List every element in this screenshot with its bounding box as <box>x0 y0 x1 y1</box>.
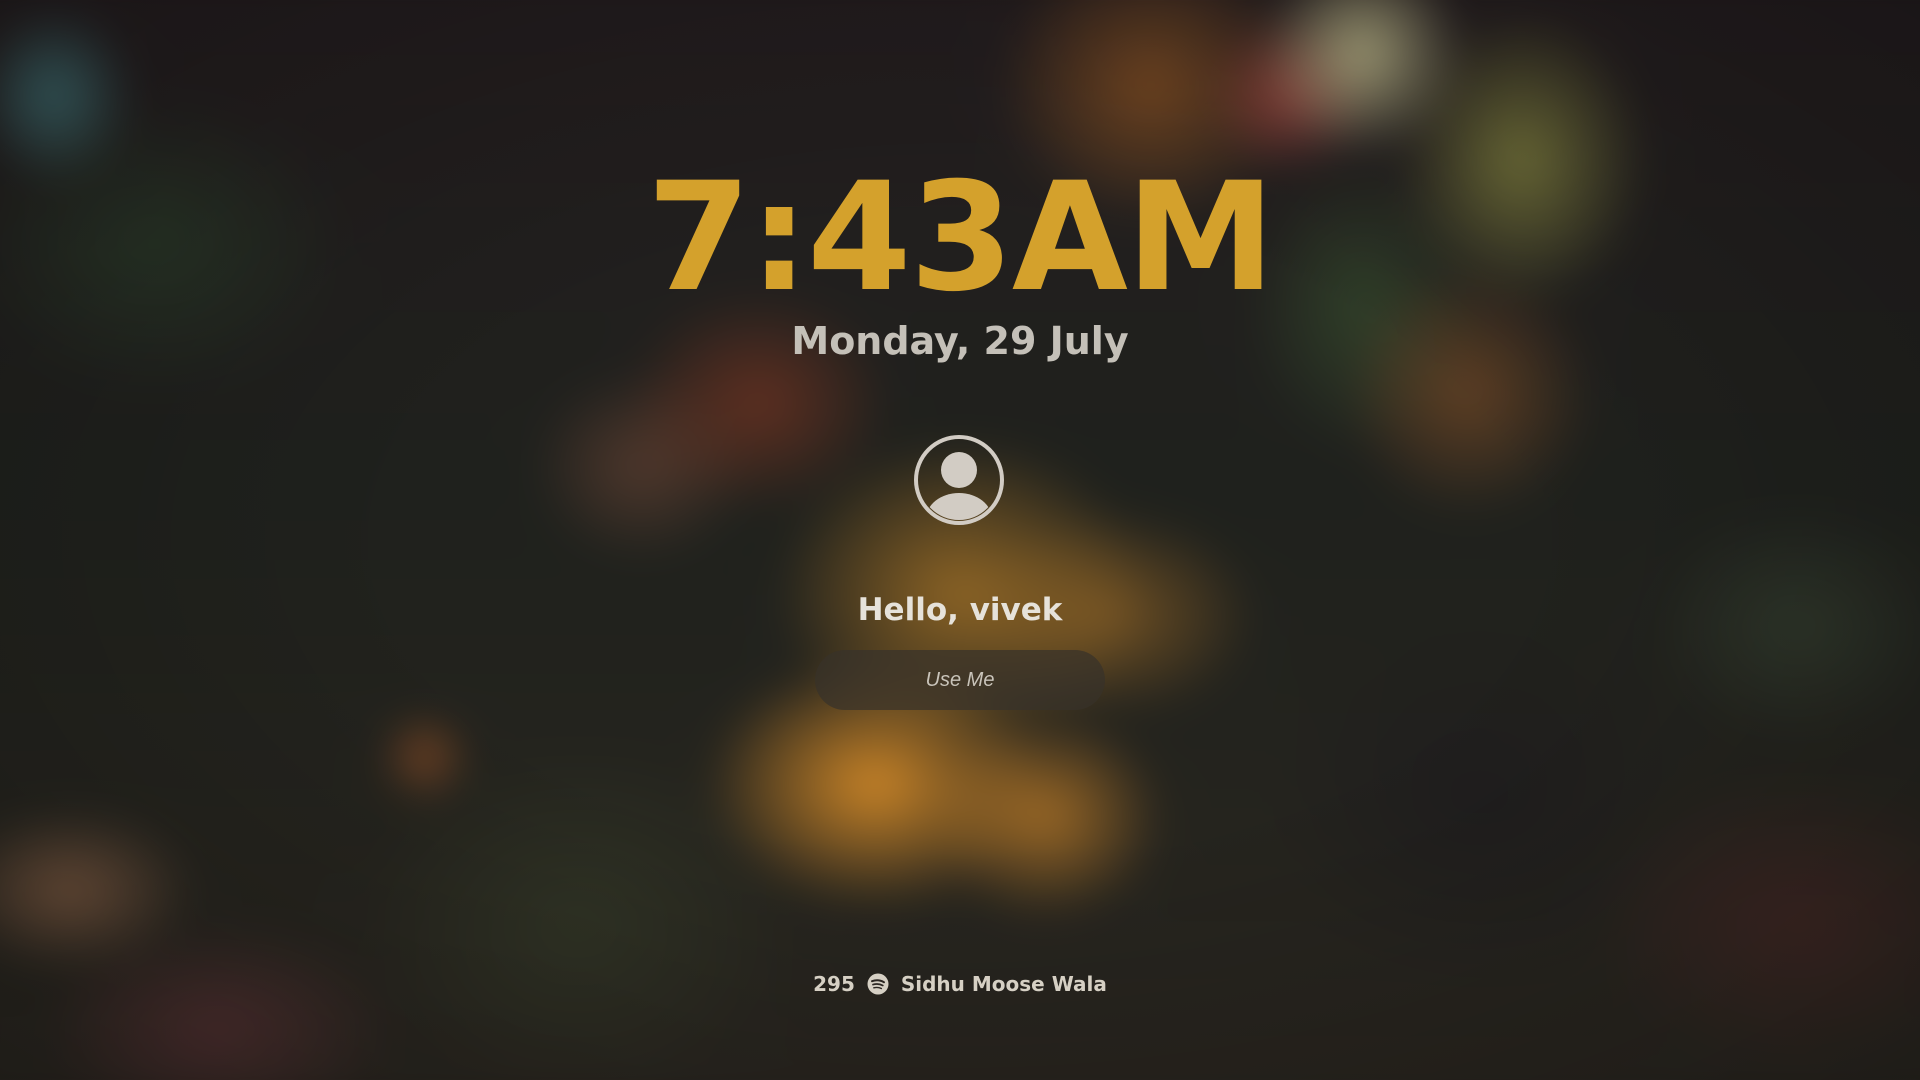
greeting-text: Hello, vivek <box>857 592 1063 628</box>
use-me-button[interactable]: Use Me <box>815 650 1105 710</box>
spotify-icon <box>867 973 889 995</box>
clock-date: Monday, 29 July <box>791 319 1129 363</box>
artist-name: Sidhu Moose Wala <box>900 972 1107 996</box>
user-avatar[interactable] <box>912 433 1006 527</box>
lock-screen: 7:43AM Monday, 29 July Hello, vivek Use … <box>0 0 1920 1080</box>
play-count: 295 <box>813 972 855 996</box>
now-playing-bar[interactable]: 295 Sidhu Moose Wala <box>0 972 1920 996</box>
clock-time: 7:43AM <box>646 151 1275 325</box>
user-circle-icon <box>914 435 1004 525</box>
